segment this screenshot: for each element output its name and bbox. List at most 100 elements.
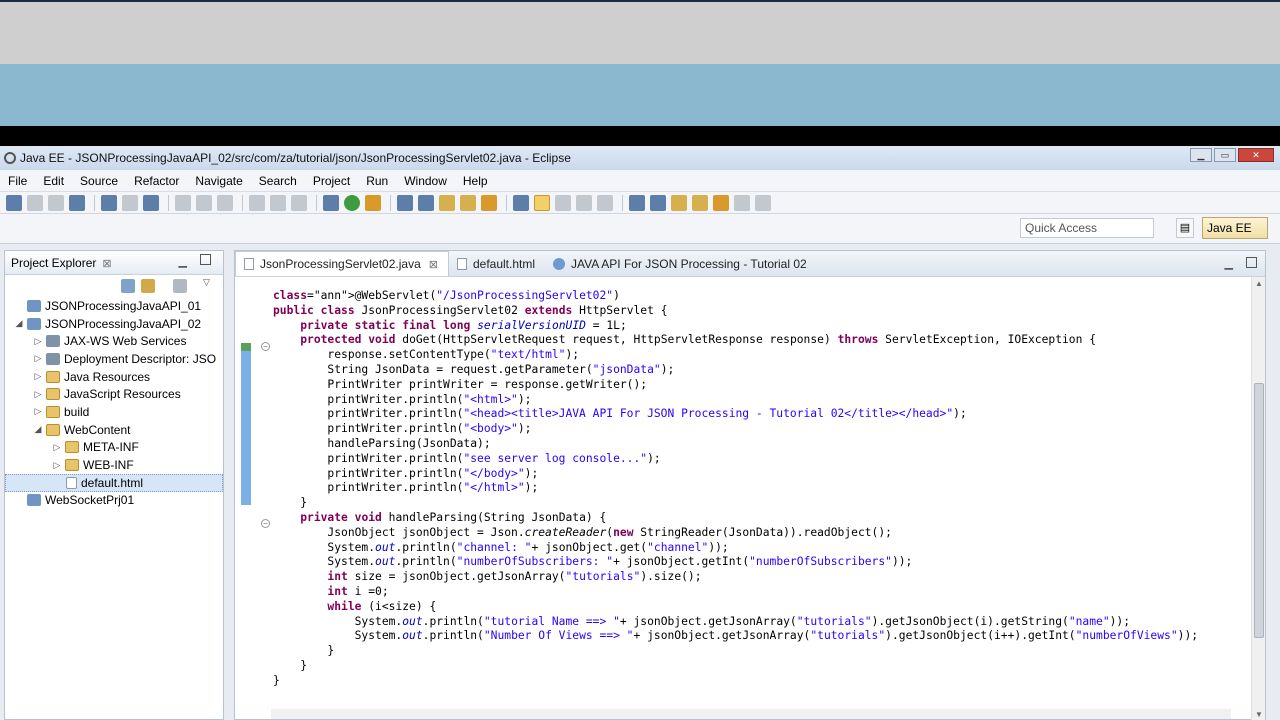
new-icon[interactable] [6,194,22,211]
close-view-icon[interactable]: ⊠ [102,257,111,270]
menu-refactor[interactable]: Refactor [126,170,187,192]
tab-browser-tutorial[interactable]: JAVA API For JSON Processing - Tutorial … [545,251,817,276]
run-external-tools-icon[interactable] [365,194,381,211]
code-line: int size = jsonObject.getJsonArray("tuto… [327,570,702,584]
save-all-icon[interactable] [48,194,64,211]
new-java-project-icon[interactable] [397,194,413,211]
pin-editor-icon[interactable] [755,194,771,211]
expand-twisty-icon[interactable]: ◢ [32,424,44,435]
show-whitespace-icon[interactable] [576,194,592,211]
view-menu-icon[interactable]: ▽ [203,277,210,288]
minimize-editor-icon[interactable]: ▁ [1225,257,1233,270]
suspend-icon[interactable] [270,194,286,211]
tree-item[interactable]: ▷ JAX-WS Web Services [5,332,223,350]
new-package-icon[interactable] [418,194,434,211]
skip-breakpoints-icon[interactable] [101,194,117,211]
menu-file[interactable]: File [0,170,35,192]
tab-label: JsonProcessingServlet02.java [260,257,421,271]
expand-twisty-icon[interactable]: ▷ [51,460,63,471]
menu-project[interactable]: Project [305,170,358,192]
run-icon[interactable] [344,194,360,211]
link-with-editor-icon[interactable] [141,279,155,293]
vertical-scrollbar[interactable]: ▲ ▼ [1251,277,1265,720]
web-browser-icon[interactable] [629,194,645,211]
fold-toggle-icon[interactable]: − [261,342,270,351]
forward-icon[interactable] [734,194,750,211]
menu-search[interactable]: Search [251,170,305,192]
expand-twisty-icon[interactable]: ▷ [32,353,44,364]
tree-item[interactable]: ◢ JSONProcessingJavaAPI_02 [5,315,223,333]
expand-twisty-icon[interactable]: ◢ [13,318,25,329]
maximize-button[interactable]: ▭ [1214,148,1236,162]
menu-edit[interactable]: Edit [35,170,72,192]
back-icon[interactable] [713,194,729,211]
expand-twisty-icon[interactable]: ▷ [32,371,44,382]
toggle-highlight-icon[interactable] [534,194,550,211]
expand-twisty-icon[interactable]: ▷ [32,336,44,347]
next-annotation-icon[interactable] [650,194,666,211]
menu-navigate[interactable]: Navigate [187,170,250,192]
expand-twisty-icon[interactable]: ▷ [32,389,44,400]
code-line: private void handleParsing(String JsonDa… [300,510,607,524]
toggle-block-selection-icon[interactable] [555,194,571,211]
fold-toggle-icon[interactable]: − [261,519,270,528]
scroll-up-icon[interactable]: ▲ [1255,279,1263,288]
menu-help[interactable]: Help [455,170,496,192]
code-line: printWriter.println("</html>"); [273,481,539,495]
tree-item[interactable]: ▷ META-INF [5,439,223,457]
horizontal-scrollbar[interactable] [271,709,1231,719]
pilcrow-icon[interactable] [597,194,613,211]
tree-item[interactable]: JSONProcessingJavaAPI_01 [5,297,223,315]
perspective-java-ee-label: Java EE [1207,221,1252,235]
perspective-java-ee-button[interactable]: Java EE [1202,217,1268,239]
terminate-icon[interactable] [291,194,307,211]
tab-default-html[interactable]: default.html [449,251,545,276]
maximize-editor-icon[interactable] [1246,257,1257,268]
tree-item[interactable]: ▷ Deployment Descriptor: JSO [5,350,223,368]
folder-icon [65,441,79,454]
close-button[interactable]: ✕ [1238,148,1274,162]
tab-jsonprocessingservlet02[interactable]: JsonProcessingServlet02.java ⊠ [235,251,449,276]
search-icon[interactable] [481,194,497,211]
open-type-icon[interactable] [439,194,455,211]
step-return-icon[interactable] [217,194,233,211]
tree-item[interactable]: WebSocketPrj01 [5,492,223,510]
close-tab-icon[interactable]: ⊠ [429,258,438,271]
tree-item[interactable]: ▷ build [5,403,223,421]
code-line: int i =0; [327,584,389,598]
debug-icon[interactable] [323,194,339,211]
save-icon[interactable] [27,194,43,211]
tree-item[interactable]: ▷ WEB-INF [5,456,223,474]
toggle-mark-occurrences-icon[interactable] [513,194,529,211]
resume-icon[interactable] [249,194,265,211]
last-edit-location-icon[interactable] [692,194,708,211]
minimize-button[interactable]: ▁ [1190,148,1212,162]
menu-source[interactable]: Source [72,170,126,192]
menu-window[interactable]: Window [396,170,455,192]
build-all-icon[interactable] [143,194,159,211]
open-task-icon[interactable] [460,194,476,211]
tree-item[interactable]: ▷ JavaScript Resources [5,385,223,403]
code-area[interactable]: class="ann">@WebServlet("/JsonProcessing… [273,289,1198,689]
menu-run[interactable]: Run [358,170,396,192]
scroll-down-icon[interactable]: ▼ [1255,710,1263,719]
tree-item[interactable]: ▷ Java Resources [5,368,223,386]
quick-access-input[interactable]: Quick Access [1020,218,1154,238]
expand-twisty-icon[interactable]: ▷ [32,406,44,417]
expand-twisty-icon[interactable]: ▷ [51,442,63,453]
open-perspective-icon[interactable]: ▤ [1176,218,1194,238]
filter-icon[interactable] [173,279,187,293]
tree-item[interactable]: ◢ WebContent [5,421,223,439]
previous-annotation-icon[interactable] [671,194,687,211]
build-icon[interactable] [122,194,138,211]
maximize-view-icon[interactable] [200,254,211,265]
collapse-all-icon[interactable] [121,279,135,293]
tab-project-explorer[interactable]: Project Explorer ⊠ [5,251,118,275]
print-icon[interactable] [69,194,85,211]
tree-item-label: JSONProcessingJavaAPI_01 [45,298,202,313]
step-over-icon[interactable] [196,194,212,211]
tree-item[interactable]: default.html [5,473,223,492]
step-into-icon[interactable] [175,194,191,211]
scroll-thumb[interactable] [1254,383,1264,638]
minimize-view-icon[interactable]: ▁ [179,255,187,268]
